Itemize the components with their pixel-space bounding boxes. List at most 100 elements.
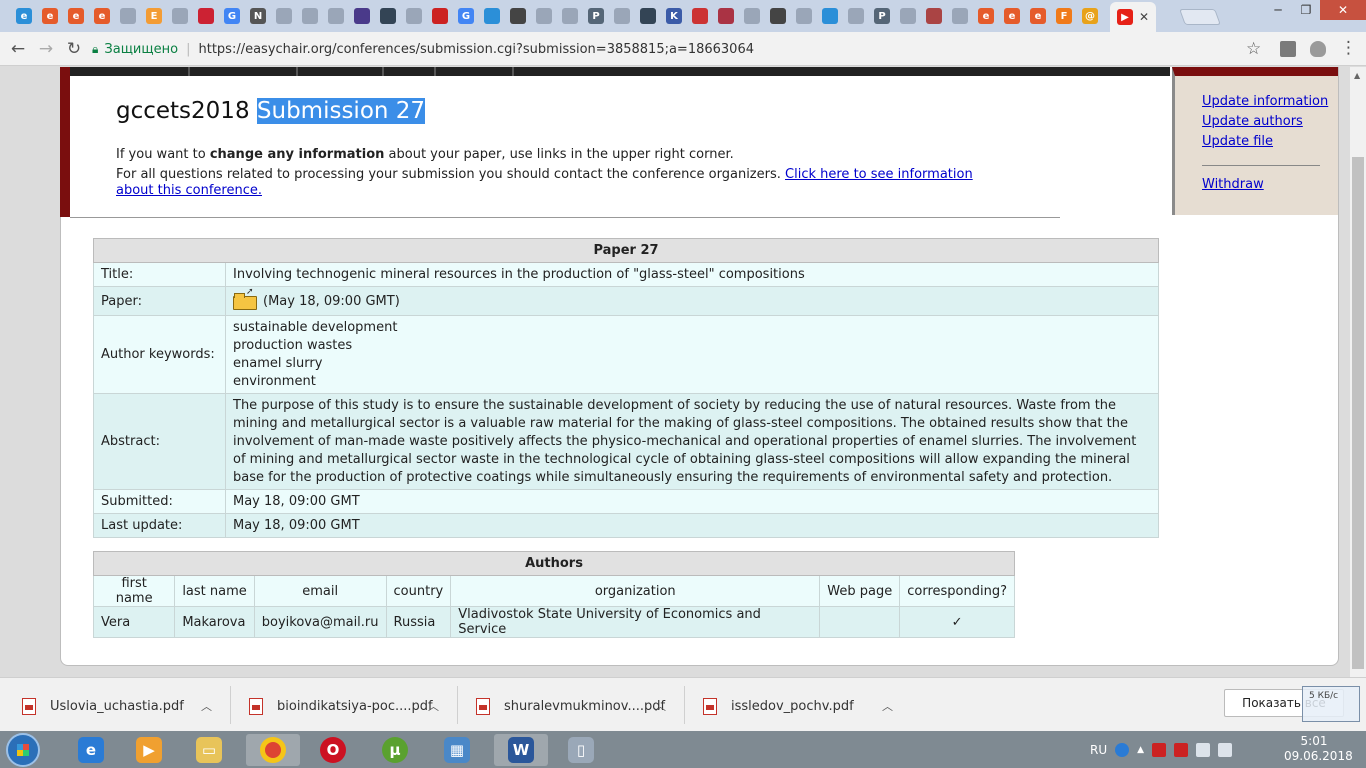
- browser-tab[interactable]: [740, 4, 764, 28]
- browser-tab[interactable]: G: [454, 4, 478, 28]
- start-button[interactable]: [6, 733, 40, 767]
- folder-icon[interactable]: ▭: [182, 734, 236, 766]
- browser-tab[interactable]: [116, 4, 140, 28]
- chevron-up-icon[interactable]: ︿: [882, 698, 893, 714]
- browser-tab[interactable]: [298, 4, 322, 28]
- scroll-up-icon[interactable]: ▲: [1354, 71, 1360, 80]
- browser-tab[interactable]: [532, 4, 556, 28]
- browser-tab[interactable]: [922, 4, 946, 28]
- shield-icon[interactable]: [1310, 41, 1326, 57]
- browser-tab[interactable]: @: [1078, 4, 1102, 28]
- browser-tab[interactable]: [610, 4, 634, 28]
- swirl-icon: [640, 8, 656, 24]
- browser-tab[interactable]: [818, 4, 842, 28]
- tab-active[interactable]: ▶ ✕: [1110, 2, 1156, 32]
- download-item[interactable]: bioindikatsiya-poc....pdf: [249, 694, 433, 718]
- browser-tab[interactable]: e: [38, 4, 62, 28]
- browser-tab[interactable]: G: [220, 4, 244, 28]
- browser-tab[interactable]: [376, 4, 400, 28]
- browser-tab[interactable]: K: [662, 4, 686, 28]
- corresponding-check: ✓: [899, 606, 1015, 638]
- browser-tab[interactable]: P: [584, 4, 608, 28]
- browser-tab[interactable]: [844, 4, 868, 28]
- url-text[interactable]: https://easychair.org/conferences/submis…: [198, 42, 754, 57]
- keyword: production wastes: [233, 337, 353, 353]
- close-window-icon[interactable]: ✕: [1320, 0, 1366, 20]
- ie-icon[interactable]: e: [64, 734, 118, 766]
- paper-file-folder-icon[interactable]: ➚: [233, 287, 257, 310]
- browser-tab[interactable]: e: [12, 4, 36, 28]
- new-tab-button[interactable]: [1179, 9, 1221, 25]
- browser-tab[interactable]: e: [974, 4, 998, 28]
- update-authors-link[interactable]: Update authors: [1202, 114, 1303, 129]
- control-panel-icon[interactable]: ▦: [430, 734, 484, 766]
- help-icon[interactable]: [1115, 742, 1130, 757]
- reload-icon[interactable]: ↻: [62, 37, 86, 61]
- chevron-up-icon[interactable]: ︿: [655, 698, 666, 714]
- browser-tab[interactable]: e: [1000, 4, 1024, 28]
- browser-tab[interactable]: e: [1026, 4, 1050, 28]
- browser-tab[interactable]: [792, 4, 816, 28]
- browser-tab[interactable]: [766, 4, 790, 28]
- tray-app-icon[interactable]: [1174, 742, 1189, 757]
- volume-icon[interactable]: [1218, 742, 1233, 757]
- globe-icon: [822, 8, 838, 24]
- pattern-icon: [354, 8, 370, 24]
- chevron-up-icon[interactable]: ︿: [201, 698, 212, 714]
- browser-tab[interactable]: [194, 4, 218, 28]
- paper-table-header: Paper 27: [93, 238, 1159, 263]
- extension-s-icon[interactable]: [1280, 41, 1296, 57]
- opera-icon[interactable]: O: [306, 734, 360, 766]
- clock[interactable]: 5:01 09.06.2018: [1284, 734, 1353, 764]
- browser-tab[interactable]: F: [1052, 4, 1076, 28]
- browser-tab[interactable]: N: [246, 4, 270, 28]
- menu-dots-icon[interactable]: ⋮: [1340, 38, 1357, 58]
- update-file-link[interactable]: Update file: [1202, 134, 1273, 149]
- browser-tab[interactable]: E: [142, 4, 166, 28]
- browser-tab[interactable]: [636, 4, 660, 28]
- browser-tab[interactable]: [558, 4, 582, 28]
- word-icon[interactable]: W: [494, 734, 548, 766]
- browser-tab[interactable]: [948, 4, 972, 28]
- address-bar[interactable]: 🔒︎ Защищено | https://easychair.org/conf…: [92, 36, 1272, 62]
- tray-expand-icon[interactable]: ▲: [1137, 745, 1144, 755]
- browser-tab[interactable]: [272, 4, 296, 28]
- download-item[interactable]: shuralevmukminov....pdf: [476, 694, 665, 718]
- chevron-up-icon[interactable]: ︿: [428, 698, 439, 714]
- browser-tab[interactable]: e: [90, 4, 114, 28]
- google-icon: G: [224, 8, 240, 24]
- chrome-icon[interactable]: [246, 734, 300, 766]
- rkp-icon: P: [874, 8, 890, 24]
- scrollbar[interactable]: ▲: [1350, 67, 1366, 677]
- device-icon[interactable]: ▯: [554, 734, 608, 766]
- tray-app-icon[interactable]: [1152, 742, 1167, 757]
- browser-tab[interactable]: [688, 4, 712, 28]
- update-information-link[interactable]: Update information: [1202, 94, 1328, 109]
- browser-tab[interactable]: e: [64, 4, 88, 28]
- language-indicator[interactable]: RU: [1090, 743, 1107, 757]
- network-icon[interactable]: [1196, 742, 1211, 757]
- browser-tab[interactable]: [428, 4, 452, 28]
- back-arrow-icon[interactable]: ←: [6, 37, 30, 61]
- browser-tab[interactable]: [350, 4, 374, 28]
- browser-tab[interactable]: [402, 4, 426, 28]
- restore-icon[interactable]: ❐: [1292, 0, 1320, 20]
- browser-tab[interactable]: P: [870, 4, 894, 28]
- download-item[interactable]: issledov_pochv.pdf: [703, 694, 854, 718]
- browser-tab[interactable]: [324, 4, 348, 28]
- forward-arrow-icon[interactable]: →: [34, 37, 58, 61]
- minimize-icon[interactable]: ─: [1264, 0, 1292, 20]
- media-player-icon[interactable]: ▶: [122, 734, 176, 766]
- bookmark-star-icon[interactable]: ☆: [1246, 39, 1261, 59]
- browser-tab[interactable]: [896, 4, 920, 28]
- withdraw-link[interactable]: Withdraw: [1202, 177, 1264, 192]
- browser-tab[interactable]: [480, 4, 504, 28]
- page-viewport: gccets2018 Submission 27 If you want to …: [0, 67, 1350, 677]
- browser-tab[interactable]: [168, 4, 192, 28]
- browser-tab[interactable]: [506, 4, 530, 28]
- utorrent-icon[interactable]: µ: [368, 734, 422, 766]
- close-tab-icon[interactable]: ✕: [1139, 10, 1149, 24]
- browser-tab[interactable]: [714, 4, 738, 28]
- download-item[interactable]: Uslovia_uchastia.pdf: [22, 694, 184, 718]
- scroll-thumb[interactable]: [1352, 157, 1364, 669]
